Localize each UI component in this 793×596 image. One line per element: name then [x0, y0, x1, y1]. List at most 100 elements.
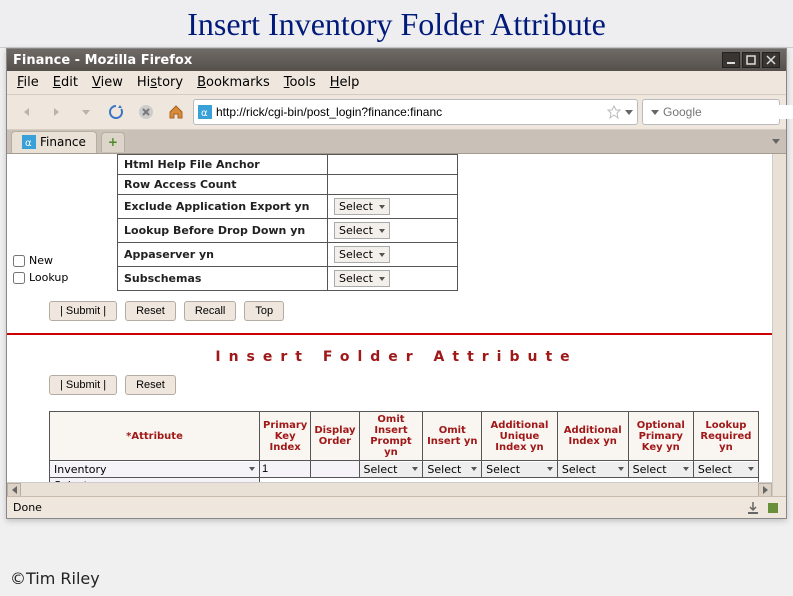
page-content: New Lookup Html Help File Anchor Row Acc…	[7, 154, 786, 496]
omit-insert-prompt-select[interactable]: Select	[360, 462, 423, 477]
close-button[interactable]	[762, 52, 780, 68]
tab-strip: α Finance +	[7, 130, 786, 154]
stop-button[interactable]	[133, 100, 159, 124]
status-text: Done	[13, 501, 42, 514]
checkbox-new-input[interactable]	[13, 255, 25, 267]
menu-bookmarks[interactable]: Bookmarks	[197, 75, 270, 90]
search-input[interactable]	[663, 105, 793, 119]
submit-button[interactable]: | Submit |	[49, 375, 117, 395]
search-box[interactable]	[642, 99, 780, 125]
checkbox-new[interactable]: New	[13, 254, 68, 267]
menu-help[interactable]: Help	[330, 75, 360, 90]
col-optional-primary-key: Optional Primary Key yn	[628, 412, 693, 461]
tab-finance[interactable]: α Finance	[11, 131, 97, 153]
back-button[interactable]	[13, 100, 39, 124]
menu-tools[interactable]: Tools	[284, 75, 316, 90]
optional-pk-select[interactable]: Select	[629, 462, 693, 477]
col-display-order: Display Order	[311, 412, 359, 461]
menu-view[interactable]: View	[92, 75, 123, 90]
select-appaserver[interactable]: Select	[334, 246, 390, 263]
maximize-button[interactable]	[742, 52, 760, 68]
field-label: Row Access Count	[118, 175, 328, 195]
table-row: Appaserver yn Select	[118, 243, 458, 267]
menubar: FFileile Edit View History Bookmarks Too…	[7, 71, 786, 95]
lookup-required-select[interactable]: Select	[694, 462, 758, 477]
horizontal-scrollbar[interactable]	[7, 482, 772, 496]
attribute-select[interactable]: Inventory	[50, 462, 259, 477]
field-label: Exclude Application Export yn	[118, 195, 328, 219]
checkbox-lookup-input[interactable]	[13, 272, 25, 284]
menu-file[interactable]: FFileile	[17, 75, 39, 90]
section-heading: Insert Folder Attribute	[7, 343, 786, 375]
minimize-button[interactable]	[722, 52, 740, 68]
search-engine-dropdown[interactable]	[651, 110, 659, 115]
col-lookup-required: Lookup Required yn	[693, 412, 758, 461]
home-button[interactable]	[163, 100, 189, 124]
field-value[interactable]	[328, 155, 458, 175]
tab-label: Finance	[40, 135, 86, 149]
address-input[interactable]	[216, 105, 603, 119]
field-label: Html Help File Anchor	[118, 155, 328, 175]
vertical-scrollbar[interactable]	[772, 154, 786, 496]
reset-button[interactable]: Reset	[125, 301, 176, 321]
firefox-window: Finance - Mozilla Firefox FFileile Edit …	[6, 48, 787, 519]
display-order-input[interactable]	[311, 461, 358, 477]
menu-edit[interactable]: Edit	[53, 75, 78, 90]
field-label: Appaserver yn	[118, 243, 328, 267]
menu-history[interactable]: History	[137, 75, 183, 90]
divider	[7, 333, 786, 335]
omit-insert-select[interactable]: Select	[423, 462, 481, 477]
svg-text:α: α	[201, 108, 208, 119]
svg-text:α: α	[25, 138, 32, 149]
left-checkboxes: New Lookup	[13, 154, 68, 284]
scroll-left-button[interactable]	[7, 483, 21, 497]
field-value[interactable]	[328, 175, 458, 195]
reset-button[interactable]: Reset	[125, 375, 176, 395]
submit-button[interactable]: | Submit |	[49, 301, 117, 321]
field-label: Lookup Before Drop Down yn	[118, 219, 328, 243]
col-omit-insert: Omit Insert yn	[423, 412, 482, 461]
addon-icon[interactable]	[766, 501, 780, 515]
site-icon: α	[22, 135, 36, 149]
page-title: Insert Inventory Folder Attribute	[0, 0, 793, 48]
scroll-right-button[interactable]	[758, 483, 772, 497]
col-primary-key-index: Primary Key Index	[260, 412, 311, 461]
bookmark-star-icon[interactable]	[607, 105, 621, 119]
col-additional-index: Additional Index yn	[557, 412, 628, 461]
forward-button[interactable]	[43, 100, 69, 124]
select-subschemas[interactable]: Select	[334, 270, 390, 287]
table-row: Subschemas Select	[118, 267, 458, 291]
col-attribute: *Attribute	[50, 412, 260, 461]
window-title: Finance - Mozilla Firefox	[13, 53, 192, 68]
tab-overflow-dropdown[interactable]	[766, 139, 786, 144]
lower-button-row: | Submit | Reset	[7, 375, 786, 407]
checkbox-new-label: New	[29, 254, 53, 267]
download-icon[interactable]	[746, 501, 760, 515]
window-titlebar: Finance - Mozilla Firefox	[7, 49, 786, 71]
recall-button[interactable]: Recall	[184, 301, 237, 321]
address-history-dropdown[interactable]	[625, 110, 633, 115]
checkbox-lookup-label: Lookup	[29, 271, 68, 284]
checkbox-lookup[interactable]: Lookup	[13, 271, 68, 284]
table-header-row: *Attribute Primary Key Index Display Ord…	[50, 412, 759, 461]
new-tab-button[interactable]: +	[101, 132, 125, 152]
nav-toolbar: α	[7, 95, 786, 130]
address-bar[interactable]: α	[193, 99, 638, 125]
table-row: Lookup Before Drop Down yn Select	[118, 219, 458, 243]
additional-index-select[interactable]: Select	[558, 462, 628, 477]
copyright-footnote: ©Tim Riley	[10, 569, 100, 588]
table-row: Inventory Select Select Select Select Se…	[50, 461, 759, 478]
reload-button[interactable]	[103, 100, 129, 124]
upper-button-row: | Submit | Reset Recall Top	[7, 291, 786, 333]
select-lookup-before[interactable]: Select	[334, 222, 390, 239]
top-button[interactable]: Top	[244, 301, 284, 321]
col-additional-unique-index: Additional Unique Index yn	[482, 412, 558, 461]
field-label: Subschemas	[118, 267, 328, 291]
table-row: Html Help File Anchor	[118, 155, 458, 175]
primary-key-index-input[interactable]	[260, 461, 310, 477]
col-omit-insert-prompt: Omit Insert Prompt yn	[359, 412, 423, 461]
additional-unique-select[interactable]: Select	[482, 462, 557, 477]
recent-dropdown[interactable]	[73, 100, 99, 124]
site-icon: α	[198, 105, 212, 119]
select-exclude-export[interactable]: Select	[334, 198, 390, 215]
